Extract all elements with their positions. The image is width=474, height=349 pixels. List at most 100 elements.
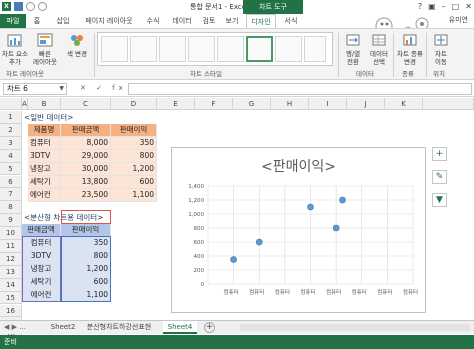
table2-cell[interactable]: 800 [61, 250, 111, 263]
table1-cell[interactable]: 23,500 [61, 189, 111, 202]
chart-style-3[interactable] [159, 36, 186, 62]
row-header[interactable]: 6 [0, 175, 22, 189]
column-header-j[interactable]: J [347, 98, 385, 110]
row-header[interactable]: 3 [0, 136, 22, 150]
minimize-icon[interactable]: – [442, 2, 446, 11]
chart-style-2[interactable] [130, 36, 157, 62]
tab-data[interactable]: 데이터 [168, 14, 196, 28]
scatter-chart[interactable]: <판매이익> 0 200 400 600 800 1,000 1,200 1,400 컴퓨터 컴퓨… [171, 147, 426, 313]
table2-title[interactable]: <분산형 차트용 데이터> [22, 211, 162, 224]
table1-header-profit[interactable]: 판매이익 [111, 124, 157, 137]
table1-cell[interactable]: 350 [111, 137, 157, 150]
data-point[interactable] [255, 238, 263, 246]
column-header-i[interactable]: I [309, 98, 347, 110]
tab-review[interactable]: 검토 [198, 14, 220, 28]
select-all-corner[interactable] [0, 98, 22, 110]
table2-cell[interactable]: 냉장고 [22, 263, 61, 276]
tab-design[interactable]: 디자인 [246, 14, 276, 28]
tab-file[interactable]: 파일 [0, 14, 26, 28]
table2-cell[interactable]: 에어컨 [22, 289, 61, 302]
table2-header-profit[interactable]: 판매이익 [61, 224, 111, 237]
table1-cell[interactable]: 600 [111, 176, 157, 189]
row-header[interactable]: 12 [0, 252, 22, 266]
column-header-d[interactable]: D [111, 98, 157, 110]
row-header[interactable]: 8 [0, 201, 22, 215]
table1-cell[interactable]: 세탁기 [28, 176, 61, 189]
table1-cell[interactable]: 8,000 [61, 137, 111, 150]
column-header-c[interactable]: C [61, 98, 111, 110]
formula-input[interactable] [128, 83, 472, 95]
chart-style-8[interactable] [304, 36, 326, 62]
chevron-down-icon[interactable]: ▼ [59, 84, 64, 94]
tab-view[interactable]: 보기 [222, 14, 242, 28]
help-icon[interactable]: ? [418, 2, 422, 11]
table1-cell[interactable]: 29,000 [61, 150, 111, 163]
tab-formulas[interactable]: 수식 [142, 14, 164, 28]
table1-cell[interactable]: 800 [111, 150, 157, 163]
sheet-nav-icons[interactable]: ◀ ▶ ... [4, 323, 26, 331]
redo-icon[interactable] [38, 2, 47, 11]
table2-cell[interactable]: 1,200 [61, 263, 111, 276]
row-header[interactable]: 10 [0, 227, 22, 240]
tab-insert[interactable]: 삽입 [52, 14, 74, 28]
table1-cell[interactable]: 1,200 [111, 163, 157, 176]
table1-header-sales[interactable]: 판매금액 [61, 124, 111, 137]
row-header[interactable]: 7 [0, 188, 22, 202]
ribbon-display-icon[interactable]: ▣ [428, 2, 436, 11]
table1-cell[interactable]: 에어컨 [28, 189, 61, 202]
data-point[interactable] [230, 256, 237, 263]
table2-cell[interactable]: 1,100 [61, 289, 111, 302]
row-header[interactable]: 2 [0, 123, 22, 137]
row-header[interactable]: 9 [0, 214, 22, 228]
quick-layout-button[interactable]: 빠른 레이아웃 [32, 32, 58, 66]
save-icon[interactable] [14, 2, 23, 11]
row-header[interactable]: 15 [0, 291, 22, 305]
table1-header-product[interactable]: 제품명 [28, 124, 61, 137]
close-icon[interactable]: ✕ [465, 2, 472, 11]
table2-cell[interactable]: 세탁기 [22, 276, 61, 289]
table1-cell[interactable]: 컴퓨터 [28, 137, 61, 150]
table1-title[interactable]: <일반 데이터> [22, 111, 142, 124]
data-point[interactable] [307, 203, 314, 211]
change-chart-type-button[interactable]: 차트 종류 변경 [395, 32, 425, 66]
data-point[interactable] [339, 196, 346, 204]
column-header-g[interactable]: G [233, 98, 271, 110]
column-header-k[interactable]: K [385, 98, 423, 110]
table1-cell[interactable]: 30,000 [61, 163, 111, 176]
name-box[interactable]: 차트 6 ▼ [3, 83, 67, 95]
chart-plot[interactable]: 0 200 400 600 800 1,000 1,200 1,400 컴퓨터 컴퓨터 컴퓨터 컴퓨터… [172, 148, 425, 312]
table1-cell[interactable]: 냉장고 [28, 163, 61, 176]
horizontal-scrollbar[interactable] [240, 324, 470, 331]
add-sheet-icon[interactable]: + [204, 322, 215, 333]
table1-cell[interactable]: 13,800 [61, 176, 111, 189]
chart-filters-icon[interactable]: ▼ [432, 193, 447, 207]
table2-cell[interactable]: 3DTV [22, 250, 61, 263]
table1-cell[interactable]: 3DTV [28, 150, 61, 163]
table2-cell[interactable]: 600 [61, 276, 111, 289]
chart-style-5[interactable] [217, 36, 244, 62]
sheet-tab-sheet4[interactable]: Sheet4 [163, 321, 197, 334]
column-header-f[interactable]: F [195, 98, 233, 110]
undo-icon[interactable] [26, 2, 35, 11]
row-header[interactable]: 13 [0, 265, 22, 279]
row-header[interactable]: 16 [0, 304, 22, 318]
switch-row-column-button[interactable]: 행/열 전환 [340, 32, 366, 66]
move-chart-button[interactable]: 차트 이동 [428, 32, 454, 66]
chart-styles-brush-icon[interactable]: ✎ [432, 170, 447, 184]
change-colors-button[interactable]: 색 변경 [64, 32, 90, 58]
maximize-icon[interactable]: □ [452, 2, 460, 11]
table1-cell[interactable]: 1,100 [111, 189, 157, 202]
row-header[interactable]: 11 [0, 240, 22, 253]
tab-home[interactable]: 홈 [28, 14, 46, 28]
add-chart-element-button[interactable]: 차트 요소 추가 [2, 32, 28, 66]
column-header-h[interactable]: H [271, 98, 309, 110]
chart-style-6-selected[interactable] [246, 36, 273, 62]
row-header[interactable]: 1 [0, 111, 22, 124]
table2-cell[interactable]: 350 [61, 237, 111, 250]
select-data-button[interactable]: 데이터 선택 [366, 32, 392, 66]
formula-icons[interactable]: ✕ ✓ fx [80, 84, 127, 92]
chart-style-4[interactable] [188, 36, 215, 62]
sheet-tab-scatter[interactable]: 분산형차트하강선표현 [78, 321, 160, 334]
row-header[interactable]: 14 [0, 278, 22, 292]
tab-page-layout[interactable]: 페이지 레이아웃 [78, 14, 140, 28]
